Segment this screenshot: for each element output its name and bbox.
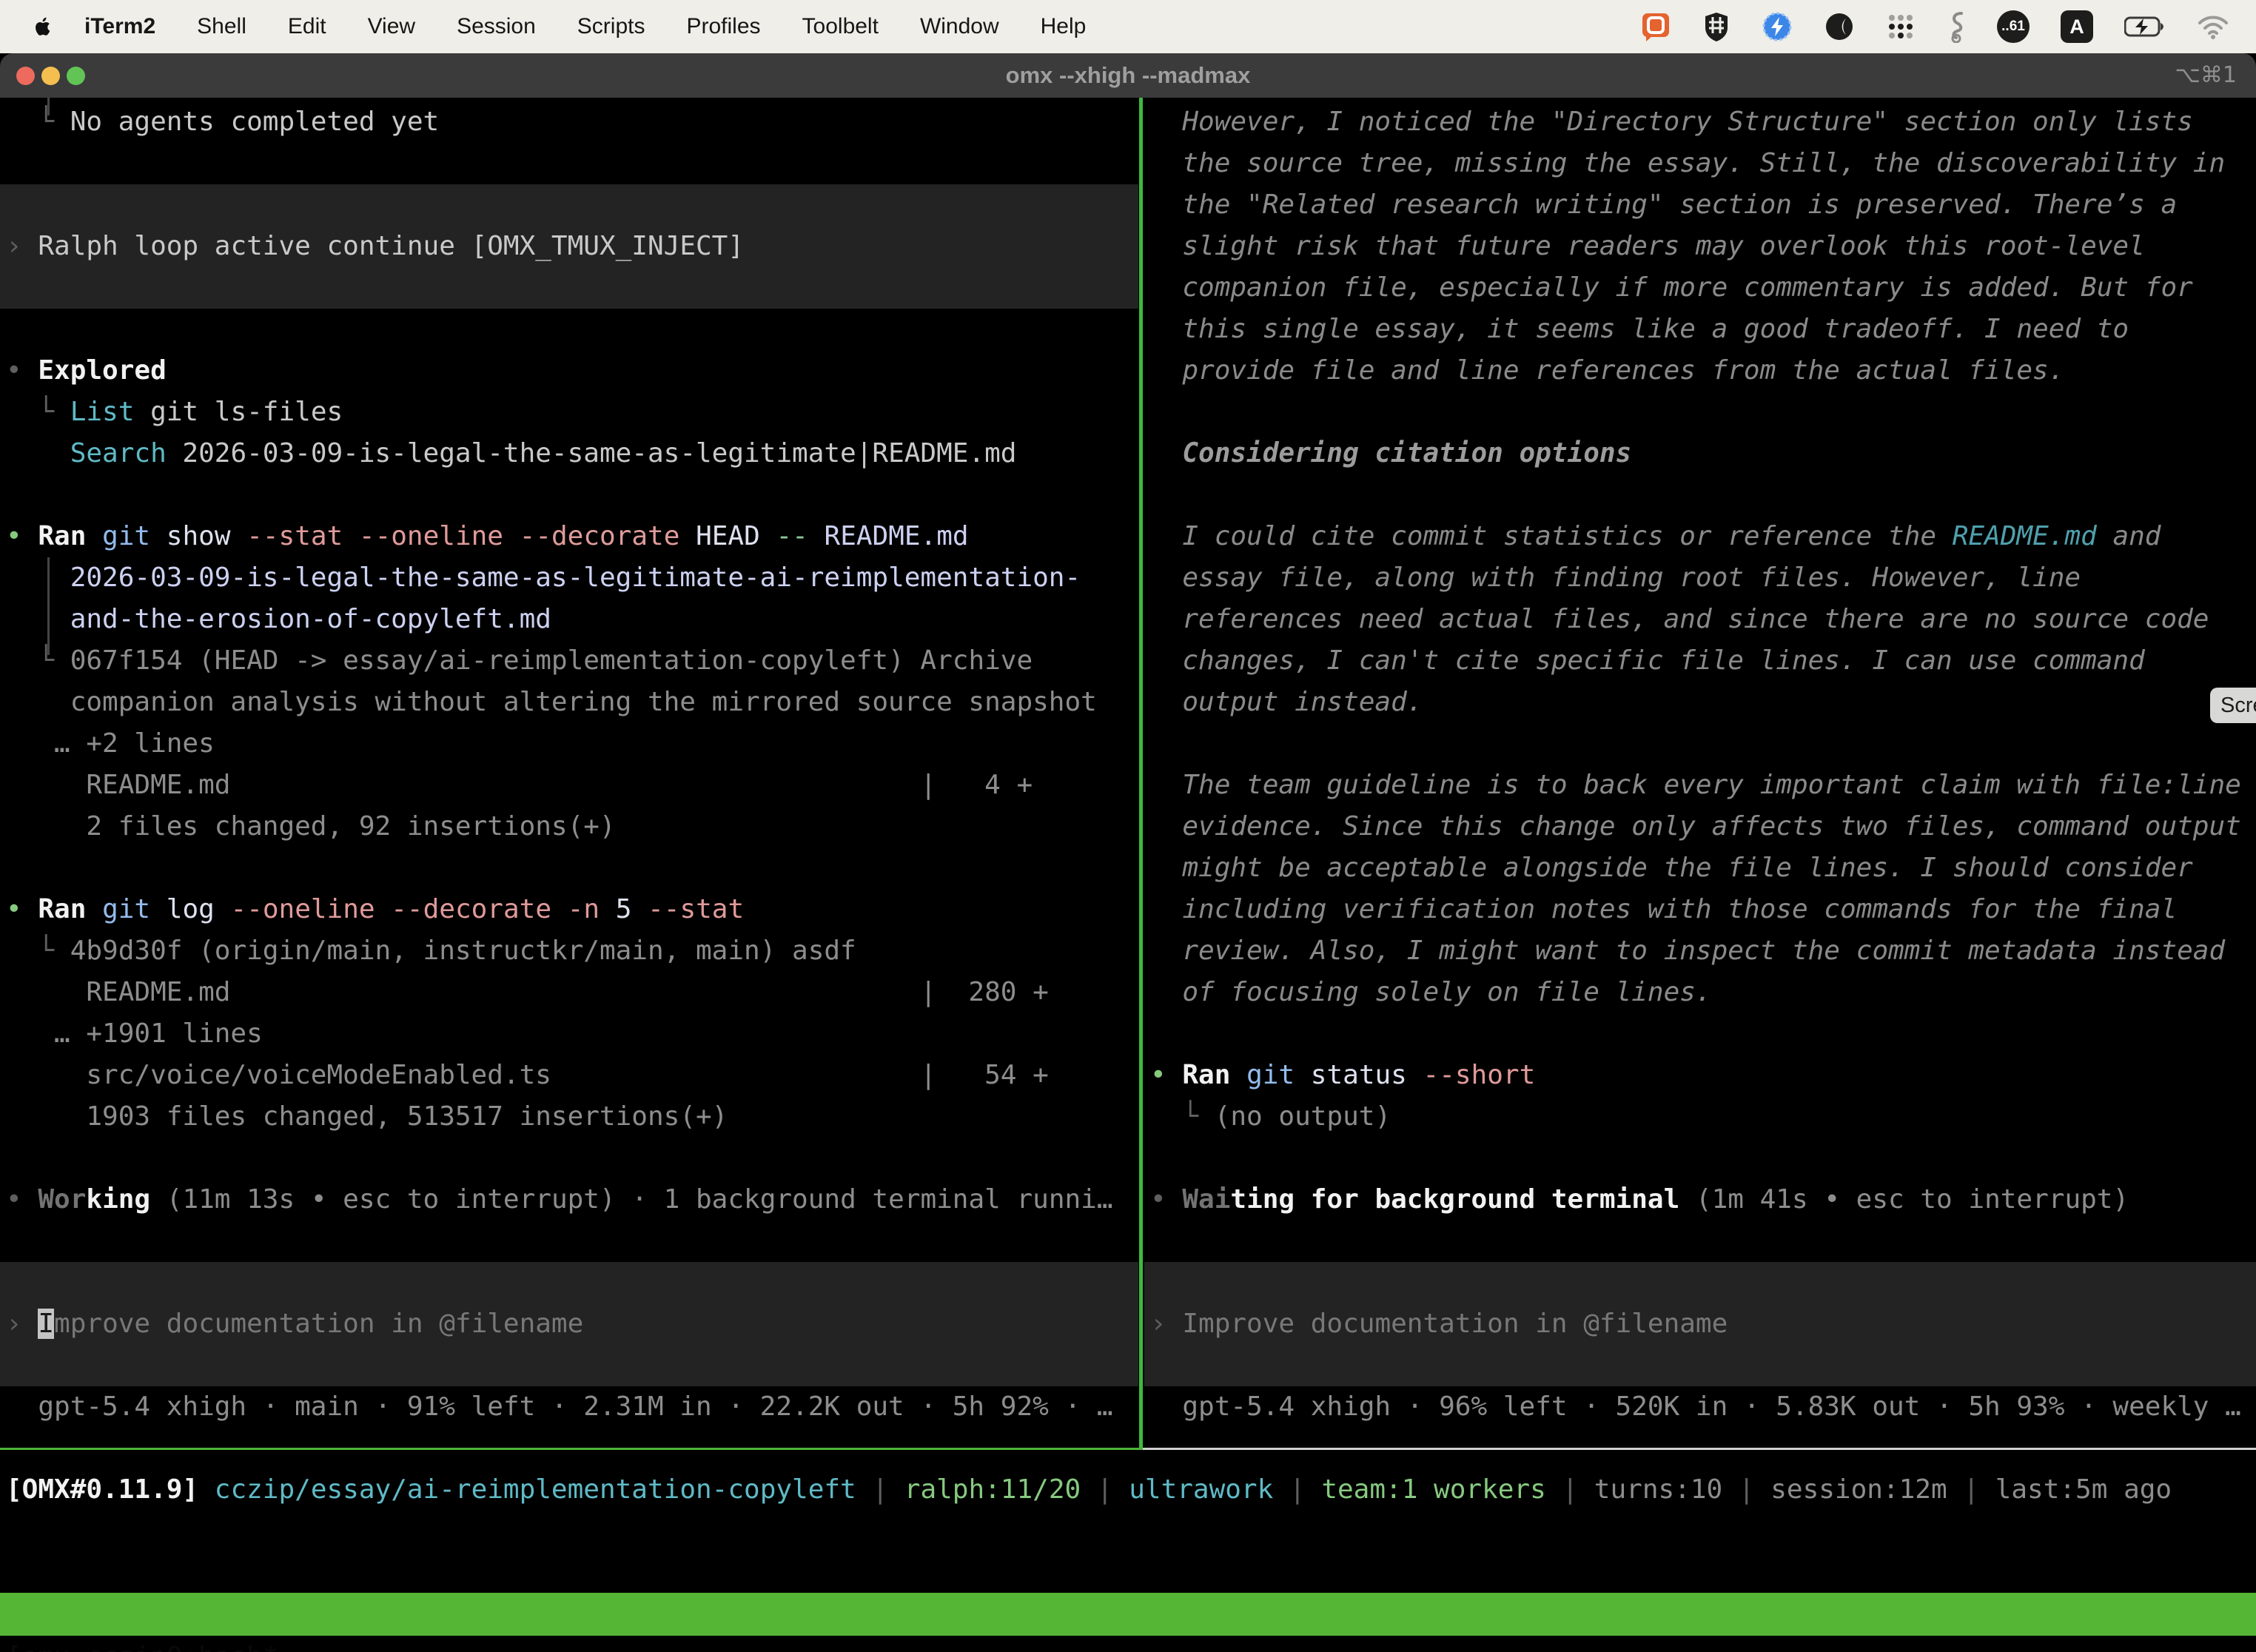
pane-divider[interactable] [1139,98,1143,1450]
menu-item-toolbelt[interactable]: Toolbelt [802,14,879,39]
reasoning-line: of focusing solely on file lines. [1150,972,2256,1013]
ran-git-show-line: • Ran git show --stat --oneline --decora… [6,516,1138,557]
blue-bolt-icon[interactable] [1762,11,1793,42]
menu-item-iterm2[interactable]: iTerm2 [84,14,155,39]
left-terminal-pane[interactable]: └ No agents completed yet › Ralph loop ac… [0,98,1138,1448]
macos-menu-bar: iTerm2 Shell Edit View Session Scripts Profile… [0,0,2256,53]
explored-list-line: └ List git ls-files [6,392,1138,433]
git-show-output-line: 2 files changed, 92 insertions(+) [6,806,1138,847]
model-status-line: gpt-5.4 xhigh · 96% left · 520K in · 5.8… [1150,1386,2256,1428]
apple-icon[interactable] [31,15,55,38]
omx-status-segment: ralph:11/20 [904,1474,1081,1505]
omx-status-segment: ultrawork [1129,1474,1273,1505]
reasoning-line: might be acceptable alongside the file l… [1150,847,2256,889]
omx-status-segment: cczip/essay/ai-reimplementation-copyleft [215,1474,856,1505]
omx-status-bar: [OMX#0.11.9] cczip/essay/ai-reimplementa… [6,1469,2172,1511]
right-terminal-pane[interactable]: However, I noticed the "Directory Struct… [1144,98,2256,1448]
menu-items: iTerm2 Shell Edit View Session Scripts Profile… [84,14,1086,39]
reasoning-line: the "Related research writing" section i… [1150,184,2256,226]
history-prompt-line: › Ralph loop active continue [OMX_TMUX_I… [6,226,1138,267]
tmux-status-bar: [omx-cczip0:bash* "MacBook-Pro-44.local"… [0,1593,2256,1636]
menu-item-help[interactable]: Help [1041,14,1087,39]
reasoning-line: The team guideline is to back every impo… [1150,765,2256,806]
git-show-arg-line: 2026-03-09-is-legal-the-same-as-legitima… [6,557,1138,599]
reasoning-line: However, I noticed the "Directory Struct… [1150,101,2256,143]
window-shortcut-badge: ⌥⌘1 [2175,53,2237,98]
omx-status-segment [198,1474,215,1505]
omx-status-segment: [OMX#0.11.9] [6,1474,198,1505]
git-show-output-line: └ 067f154 (HEAD -> essay/ai-reimplementa… [6,640,1138,682]
orange-chat-icon[interactable] [1640,11,1671,42]
git-show-output-line: … +2 lines [6,723,1138,765]
menu-status-icons: ..61 A [1640,10,2229,43]
window-title: omx --xhigh --madmax [0,53,2256,98]
battery-icon[interactable] [2124,16,2166,37]
waiting-status-line: • Waiting for background terminal (1m 41… [1150,1179,2256,1220]
reasoning-line: the source tree, missing the essay. Stil… [1150,143,2256,184]
squiggle-icon[interactable] [1947,10,1966,43]
inactive-pane-border [1143,1448,2256,1450]
reasoning-line: including verification notes with those … [1150,889,2256,930]
git-show-arg-line: and-the-erosion-of-copyleft.md [6,599,1138,640]
omx-status-segment: session:12m [1770,1474,1947,1505]
menu-item-scripts[interactable]: Scripts [577,14,645,39]
reasoning-line: review. Also, I might want to inspect th… [1150,930,2256,972]
reasoning-line: this single essay, it seems like a good … [1150,309,2256,350]
reasoning-line: evidence. Since this change only affects… [1150,806,2256,847]
git-log-output-line: └ 4b9d30f (origin/main, instructkr/main,… [6,930,1138,972]
screen: iTerm2 Shell Edit View Session Scripts Profile… [0,0,2256,1652]
ran-git-status-line: • Ran git status --short [1150,1055,2256,1096]
tmux-session-label: [omx-cczip0:bash* [6,1636,278,1652]
reasoning-line: provide file and line references from th… [1150,350,2256,392]
git-status-output-line: └ (no output) [1150,1096,2256,1138]
omx-status-segment: team:1 workers [1321,1474,1545,1505]
active-pane-border [0,1448,1143,1450]
ran-git-log-line: • Ran git log --oneline --decorate -n 5 … [6,889,1138,930]
explored-heading: • Explored [6,350,1138,392]
git-log-output-line: README.md | 280 + [6,972,1138,1013]
git-show-output-line: README.md | 4 + [6,765,1138,806]
git-log-output-line: src/voice/voiceModeEnabled.ts | 54 + [6,1055,1138,1096]
working-status-line: • Working (11m 13s • esc to interrupt) ·… [6,1179,1138,1220]
menu-item-view[interactable]: View [368,14,415,39]
reasoning-line: output instead. [1150,682,2256,723]
agents-status-line: └ No agents completed yet [6,101,1138,143]
omx-status-segment: | [856,1474,904,1505]
screen-edge-tooltip: Scre [2210,688,2256,723]
dark-crescent-icon[interactable] [1824,11,1855,42]
shield-grid-icon[interactable] [1702,11,1730,42]
reasoning-line: changes, I can't cite specific file line… [1150,640,2256,682]
menu-item-window[interactable]: Window [920,14,999,39]
prompt-line: › Improve documentation in @filename [6,1303,1138,1345]
git-log-output-line: … +1901 lines [6,1013,1138,1055]
omx-status-segment: | [1081,1474,1129,1505]
menu-item-profiles[interactable]: Profiles [686,14,760,39]
dots-grid-icon[interactable] [1886,12,1916,41]
reasoning-line: companion file, especially if more comme… [1150,267,2256,309]
count-badge-icon[interactable]: ..61 [1997,10,2030,43]
omx-status-segment: last:5m ago [1995,1474,2172,1505]
wifi-icon[interactable] [2197,14,2229,39]
omx-status-segment: | [1546,1474,1594,1505]
menu-item-edit[interactable]: Edit [288,14,326,39]
menu-item-session[interactable]: Session [457,14,536,39]
git-show-output-line: companion analysis without altering the … [6,682,1138,723]
window-title-bar: omx --xhigh --madmax ⌥⌘1 [0,53,2256,98]
reasoning-heading: Considering citation options [1150,433,2256,474]
model-status-line: gpt-5.4 xhigh · main · 91% left · 2.31M … [6,1386,1138,1428]
omx-status-segment: turns:10 [1594,1474,1722,1505]
reasoning-line: references need actual files, and since … [1150,599,2256,640]
reasoning-line: slight risk that future readers may over… [1150,226,2256,267]
explored-search-line: Search 2026-03-09-is-legal-the-same-as-l… [6,433,1138,474]
omx-status-segment: | [1947,1474,1995,1505]
reasoning-line: essay file, along with finding root file… [1150,557,2256,599]
menu-item-shell[interactable]: Shell [197,14,246,39]
prompt-line: › Improve documentation in @filename [1150,1303,2256,1345]
omx-status-segment: | [1273,1474,1321,1505]
omx-status-segment: | [1722,1474,1770,1505]
keyboard-layout-icon[interactable]: A [2061,10,2093,43]
reasoning-line: I could cite commit statistics or refere… [1150,516,2256,557]
git-log-output-line: 1903 files changed, 513517 insertions(+) [6,1096,1138,1138]
